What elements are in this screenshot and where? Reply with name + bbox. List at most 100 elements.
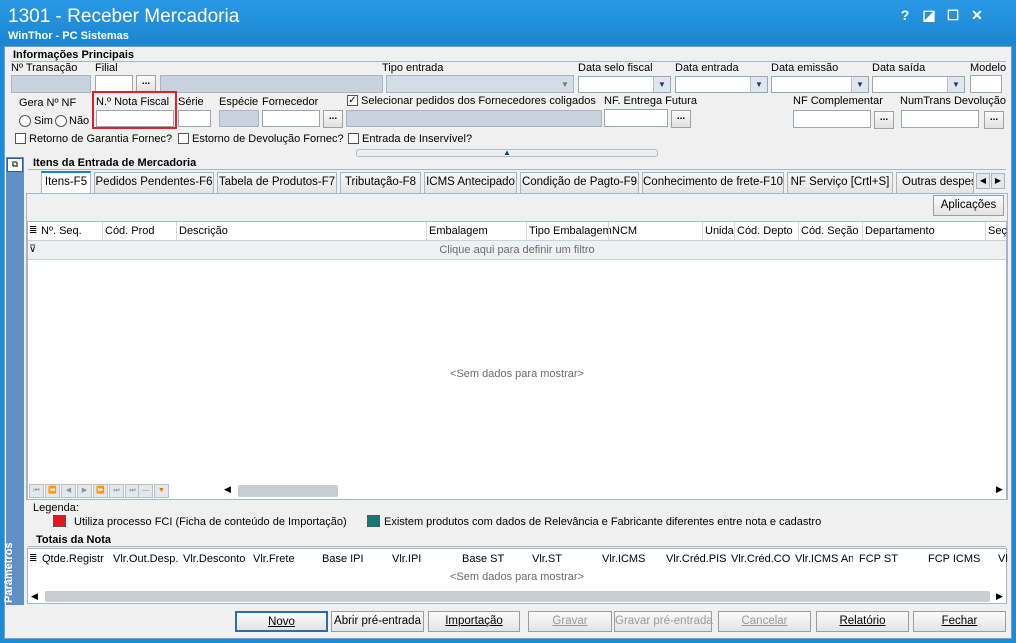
totais-col[interactable]: Base IPI <box>322 553 364 565</box>
totais-col[interactable]: Vlr.IPI <box>392 553 421 565</box>
nav-prev-icon[interactable]: ◀ <box>61 484 76 498</box>
relatorio-button[interactable]: Relatório <box>816 611 909 632</box>
tab-itens[interactable]: Itens-F5 <box>41 171 91 193</box>
help-icon[interactable]: ? <box>894 6 916 24</box>
nav-next-page-icon[interactable]: ⏩ <box>93 484 108 498</box>
col-embalagem[interactable]: Embalagem <box>429 225 488 237</box>
nav-prev-page-icon[interactable]: ⏪ <box>45 484 60 498</box>
items-grid[interactable] <box>27 221 1007 500</box>
tab-scroll-right-icon[interactable]: ▶ <box>991 173 1005 189</box>
totais-col[interactable]: Vl <box>998 553 1008 565</box>
nf-complementar-search-button[interactable]: ... <box>874 111 894 129</box>
nav-first-icon[interactable]: ⏮ <box>29 484 44 498</box>
estorno-devolucao-checkbox[interactable] <box>178 133 189 144</box>
selecionar-pedidos-checkbox[interactable]: ✓ <box>347 95 358 106</box>
totais-col[interactable]: Vlr.Frete <box>253 553 295 565</box>
totais-col[interactable]: Qtde.Registr <box>42 553 104 565</box>
col-cod-secao[interactable]: Cód. Seção <box>801 225 858 237</box>
tab-icms-antecipado[interactable]: ICMS Antecipado <box>424 172 517 193</box>
data-selo-picker[interactable]: ▼ <box>578 76 671 93</box>
n-transacao-field[interactable] <box>11 75 91 93</box>
fornecedor-search-button[interactable]: ... <box>323 110 343 128</box>
maximize-icon[interactable]: ☐ <box>942 6 964 24</box>
tab-tabela-produtos[interactable]: Tabela de Produtos-F7 <box>217 172 337 193</box>
col-sep <box>702 222 703 240</box>
items-empty-message: <Sem dados para mostrar> <box>450 368 584 380</box>
abrir-pre-entrada-button[interactable]: Abrir pré-entrada <box>331 611 424 632</box>
totais-col[interactable]: FCP ST <box>859 553 898 565</box>
aplicacoes-button[interactable]: Aplicações <box>933 195 1004 216</box>
numtrans-devolucao-field[interactable] <box>901 110 979 128</box>
col-ncm[interactable]: NCM <box>612 225 637 237</box>
tab-outras-despesas[interactable]: Outras despes <box>896 172 974 193</box>
tab-nf-servico[interactable]: NF Serviço [Crtl+S] <box>787 172 893 193</box>
data-emissao-picker[interactable]: ▼ <box>771 76 869 93</box>
serie-field[interactable] <box>178 110 211 127</box>
importacao-button[interactable]: Importação <box>428 611 520 632</box>
close-icon[interactable]: ✕ <box>966 6 988 24</box>
totais-col[interactable]: Vlr.ST <box>532 553 562 565</box>
data-entrada-picker[interactable]: ▼ <box>675 76 768 93</box>
totais-col[interactable]: Base ST <box>462 553 504 565</box>
totais-col[interactable]: Vlr.Desconto <box>183 553 245 565</box>
estorno-devolucao-label: Estorno de Devolução Fornec? <box>192 133 344 145</box>
column-chooser-icon[interactable]: ≣ <box>29 225 37 236</box>
window-subtitle: WinThor - PC Sistemas <box>8 30 129 42</box>
splitter-collapse-handle[interactable]: ▲ <box>356 149 658 157</box>
totais-col[interactable]: Vlr.Out.Desp. <box>113 553 178 565</box>
tab-scroll-left-icon[interactable]: ◀ <box>976 173 990 189</box>
totais-col[interactable]: Vlr.ICMS An <box>795 553 853 565</box>
totais-column-chooser-icon[interactable]: ≣ <box>29 553 37 564</box>
col-unidade[interactable]: Unida <box>705 225 734 237</box>
tipo-entrada-select[interactable]: ▼ <box>386 75 574 93</box>
data-saida-picker[interactable]: ▼ <box>872 76 965 93</box>
hscroll-thumb[interactable] <box>238 485 338 497</box>
col-cod-prod[interactable]: Cód. Prod <box>105 225 155 237</box>
col-departamento[interactable]: Departamento <box>865 225 935 237</box>
totais-hscroll-right-icon[interactable]: ▶ <box>996 591 1003 602</box>
gera-nf-nao-radio[interactable] <box>55 115 67 127</box>
totais-col[interactable]: FCP ICMS <box>928 553 980 565</box>
nf-entrega-futura-field[interactable] <box>604 109 668 127</box>
hscroll-left-icon[interactable]: ◀ <box>224 484 231 495</box>
retorno-garantia-checkbox[interactable] <box>15 133 26 144</box>
cancelar-button[interactable]: Cancelar <box>718 611 811 632</box>
filter-hint[interactable]: Clique aqui para definir um filtro <box>28 244 1006 256</box>
especie-field[interactable] <box>219 110 259 127</box>
totais-col[interactable]: Vlr.Créd.PIS <box>666 553 727 565</box>
nav-next-icon[interactable]: ▶ <box>77 484 92 498</box>
tab-pedidos-pendentes[interactable]: Pedidos Pendentes-F6 <box>94 172 214 193</box>
gravar-button[interactable]: Gravar <box>528 611 612 632</box>
col-tipo-embalagem[interactable]: Tipo Embalagem <box>529 225 612 237</box>
items-divider <box>28 169 1006 170</box>
hscroll-right-icon[interactable]: ▶ <box>996 484 1003 495</box>
nf-entrega-search-button[interactable]: ... <box>671 110 691 128</box>
novo-button[interactable]: Novo <box>235 611 328 632</box>
totais-hscroll-thumb[interactable] <box>45 591 990 602</box>
numtrans-search-button[interactable]: ... <box>984 111 1004 129</box>
panel-toggle-icon[interactable]: ⧉ <box>7 158 23 172</box>
fornecedor-field[interactable] <box>262 110 320 127</box>
nota-fiscal-field[interactable] <box>96 110 174 127</box>
gravar-pre-entrada-button[interactable]: Gravar pré-entrada <box>614 611 713 632</box>
tab-condicao-pagto[interactable]: Condição de Pagto-F9 <box>520 172 639 193</box>
tab-conhecimento-frete[interactable]: Conhecimento de frete-F10 <box>642 172 784 193</box>
nav-filter-icon[interactable]: ▼ <box>154 484 169 498</box>
tab-tributacao[interactable]: Tributação-F8 <box>340 172 421 193</box>
gera-nf-sim-radio[interactable] <box>19 115 31 127</box>
nav-delete-icon[interactable]: — <box>138 484 153 498</box>
col-descricao[interactable]: Descrição <box>179 225 228 237</box>
col-n-seq[interactable]: Nº. Seq. <box>41 225 82 237</box>
totais-hscroll-left-icon[interactable]: ◀ <box>31 591 38 602</box>
modelo-field[interactable] <box>970 75 1002 93</box>
fechar-button[interactable]: Fechar <box>913 611 1006 632</box>
nf-complementar-field[interactable] <box>793 110 871 128</box>
col-cod-depto[interactable]: Cód. Depto <box>737 225 793 237</box>
nav-last-icon[interactable]: ⏭ <box>109 484 124 498</box>
col-secao[interactable]: Seç <box>988 225 1007 237</box>
restore-icon[interactable]: ◪ <box>918 6 940 24</box>
parametros-label[interactable]: Parâmetros <box>3 542 15 603</box>
entrada-inservivel-checkbox[interactable] <box>348 133 359 144</box>
totais-col[interactable]: Vlr.ICMS <box>602 553 645 565</box>
totais-col[interactable]: Vlr.Créd.CO <box>731 553 790 565</box>
